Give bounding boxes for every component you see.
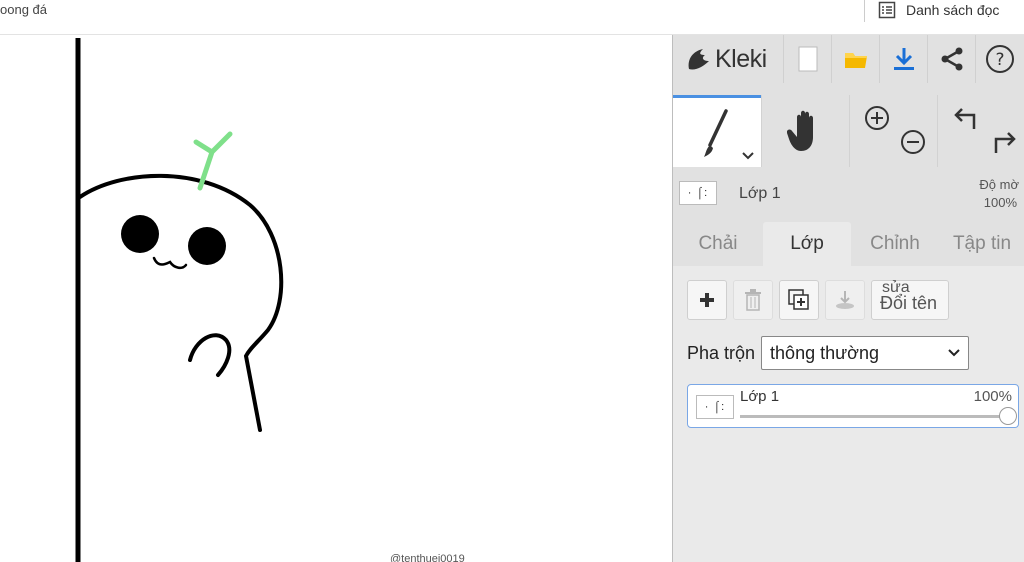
active-layer-name: Lớp 1	[739, 185, 781, 202]
bookmark-divider	[864, 0, 865, 22]
layer-thumbnail: · ⌠:	[679, 181, 717, 205]
undo-icon[interactable]	[954, 105, 980, 131]
sidebar: Kleki ? · ⌠: Lớp 1 Độ mờ 100% Chải Lớp C…	[672, 35, 1024, 562]
reading-list-label: Danh sách đọc	[906, 2, 1000, 18]
tab-layers[interactable]: Lớp	[763, 222, 851, 266]
reading-list-icon	[878, 1, 896, 19]
tab-layers-label: Lớp	[790, 233, 824, 254]
opacity-value: 100%	[983, 195, 1017, 210]
rename-layer-button[interactable]: sửa Đổi tên	[871, 279, 949, 320]
chevron-down-icon	[948, 349, 960, 357]
layer-list-item[interactable]: · ⌠: Lớp 1 100%	[687, 384, 1019, 428]
zoom-in-icon[interactable]	[864, 105, 890, 131]
zoom-out-icon[interactable]	[900, 129, 926, 155]
undo-redo-tool	[937, 95, 1024, 167]
hand-icon	[786, 110, 813, 151]
hand	[188, 333, 232, 377]
new-image-button[interactable]	[783, 35, 831, 83]
left-eye	[121, 215, 159, 253]
help-icon: ?	[985, 45, 1014, 73]
mouth	[152, 256, 188, 270]
bookmark-item[interactable]: oong đá	[0, 2, 47, 17]
new-file-icon	[798, 46, 817, 72]
opacity-label: Độ mờ	[979, 177, 1019, 192]
merge-down-button[interactable]	[825, 280, 865, 320]
download-icon	[893, 48, 914, 70]
duplicate-icon	[788, 289, 809, 310]
layer-item-name: Lớp 1	[740, 388, 780, 405]
zoom-tool[interactable]	[849, 95, 937, 167]
folder-icon	[844, 53, 867, 68]
add-layer-button[interactable]	[687, 280, 727, 320]
share-button[interactable]	[927, 35, 975, 83]
chevron-down-icon[interactable]	[741, 151, 755, 161]
merge-down-icon	[836, 291, 854, 309]
layer-opacity-slider-thumb[interactable]	[999, 407, 1017, 425]
tab-brush[interactable]: Chải	[673, 222, 763, 266]
watermark: @tenthuei0019	[390, 553, 465, 562]
redo-icon[interactable]	[990, 129, 1016, 155]
blend-mode-select[interactable]: thông thường	[761, 336, 970, 370]
save-button[interactable]	[879, 35, 927, 83]
character-outline	[78, 173, 284, 432]
kleki-logo-icon	[688, 49, 709, 70]
active-layer-info: · ⌠: Lớp 1 Độ mờ 100%	[673, 175, 1024, 219]
duplicate-layer-button[interactable]	[779, 280, 819, 320]
trash-icon	[745, 289, 761, 311]
tab-brush-label: Chải	[698, 233, 738, 254]
plus-icon	[700, 293, 714, 307]
tab-file-label: Tập tin	[952, 233, 1012, 254]
kleki-logo[interactable]: Kleki	[685, 45, 783, 74]
brush-icon	[704, 108, 728, 157]
layer-item-opacity: 100%	[973, 388, 1012, 405]
layer-opacity-slider[interactable]	[740, 415, 1008, 418]
tab-file[interactable]: Tập tin	[939, 222, 1024, 266]
layer-item-thumbnail: · ⌠:	[696, 395, 734, 419]
rename-label: Đổi tên	[880, 293, 938, 313]
layers-panel: sửa Đổi tên Pha trộn thông thường · ⌠: L…	[673, 266, 1024, 562]
panel-tabs: Chải Lớp Chỉnh Tập tin	[673, 222, 1024, 266]
delete-layer-button[interactable]	[733, 280, 773, 320]
right-eye	[188, 227, 226, 265]
drawing-canvas[interactable]: @tenthuei0019	[0, 35, 672, 562]
svg-text:?: ?	[995, 50, 1004, 70]
bookmarks-bar: oong đá Danh sách đọc	[0, 0, 1024, 35]
canvas-drawing	[75, 38, 284, 562]
brush-tool[interactable]	[673, 95, 761, 167]
tool-bar	[673, 95, 1024, 167]
hand-tool[interactable]	[761, 95, 849, 167]
tab-edit[interactable]: Chỉnh	[851, 222, 939, 266]
layer-buttons: sửa Đổi tên	[687, 279, 949, 320]
blend-mode-label: Pha trộn	[687, 342, 756, 363]
help-button[interactable]: ?	[975, 35, 1023, 83]
sidebar-header: Kleki ?	[673, 35, 1024, 83]
sprout	[193, 131, 233, 191]
tab-edit-label: Chỉnh	[870, 233, 920, 254]
blend-mode-row: Pha trộn thông thường	[687, 336, 970, 370]
reading-list-button[interactable]: Danh sách đọc	[878, 0, 999, 20]
share-icon	[941, 47, 962, 71]
kleki-logo-text: Kleki	[715, 44, 767, 73]
open-file-button[interactable]	[831, 35, 879, 83]
blend-mode-value: thông thường	[770, 342, 879, 363]
